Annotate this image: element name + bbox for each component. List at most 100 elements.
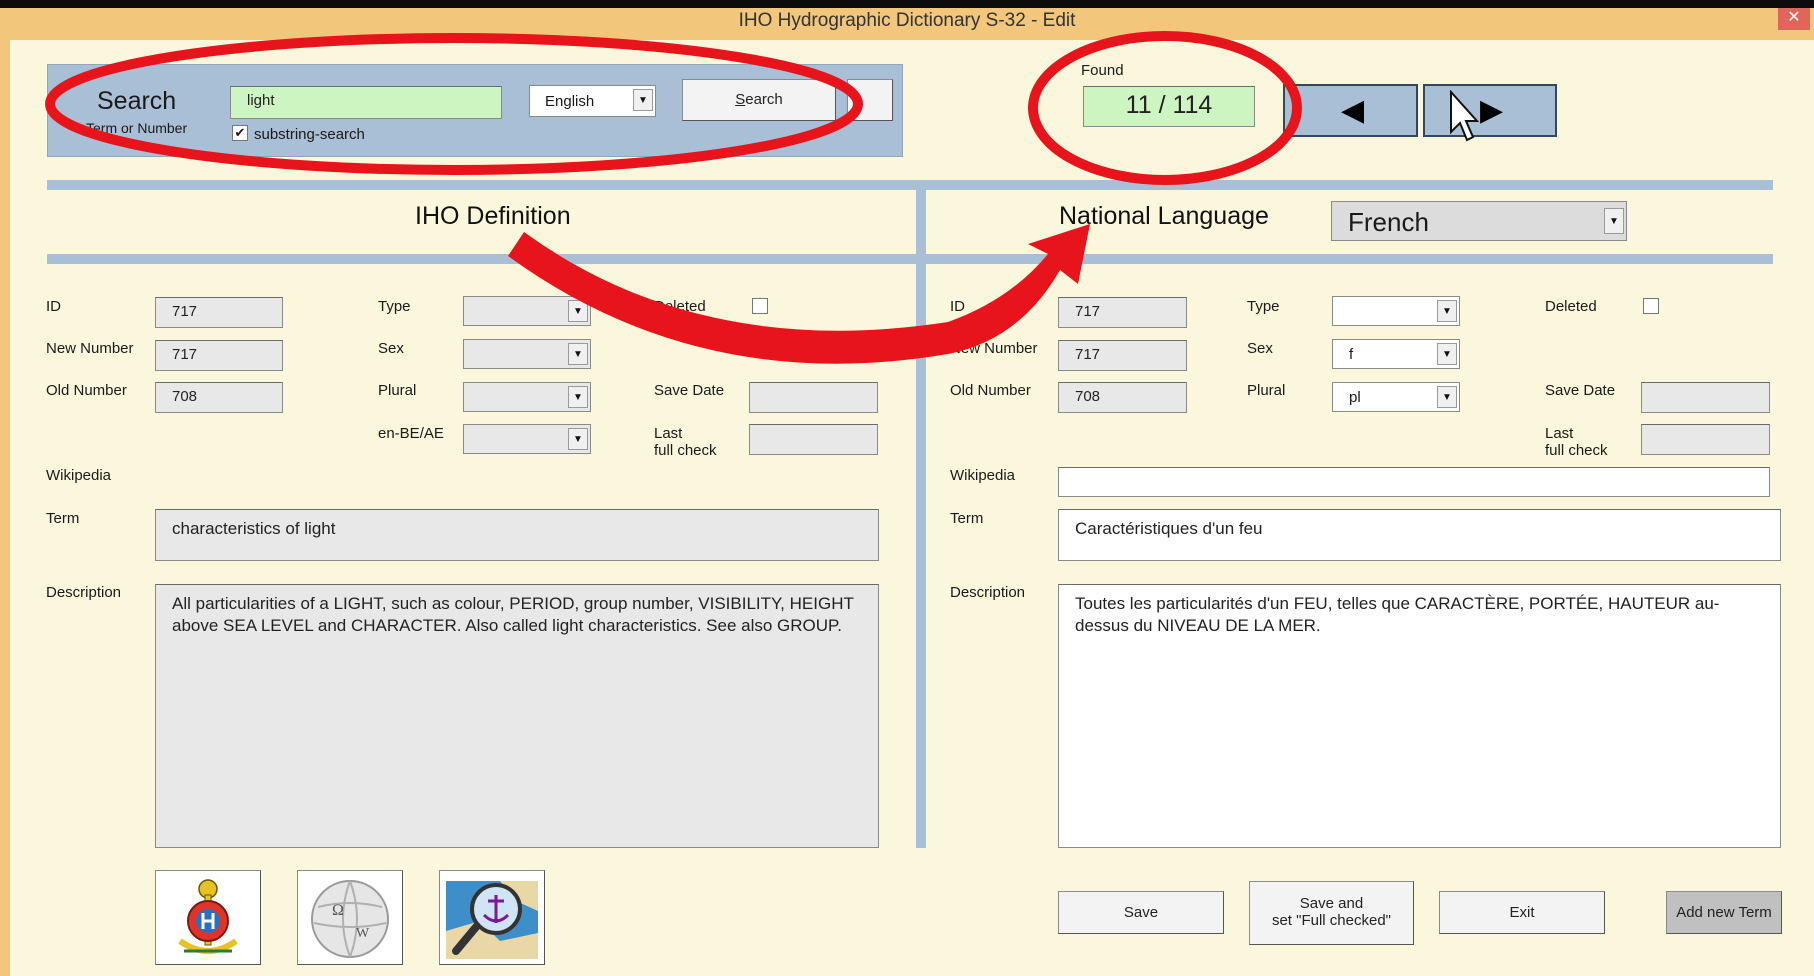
- national-wikipedia-field[interactable]: [1058, 467, 1770, 497]
- national-language-value: French: [1348, 207, 1429, 237]
- arrow-left-icon: ◀: [1341, 94, 1365, 127]
- search-language-value: English: [545, 93, 595, 110]
- chevron-down-icon[interactable]: ▼: [568, 428, 588, 450]
- save-button[interactable]: Save: [1058, 891, 1224, 934]
- iho-deleted-checkbox[interactable]: [752, 298, 768, 314]
- divider-top: [47, 180, 1773, 190]
- iho-term-field[interactable]: characteristics of light: [155, 509, 879, 561]
- iho-enbe-label: en-BE/AE: [378, 425, 444, 442]
- wikipedia-button[interactable]: Ω W: [297, 870, 403, 965]
- wikipedia-icon: Ω W: [311, 880, 389, 958]
- iho-type-select[interactable]: ▼: [463, 296, 591, 326]
- found-counter: 11 / 114: [1083, 86, 1255, 127]
- iho-enbe-select[interactable]: ▼: [463, 424, 591, 454]
- iho-save-date-label: Save Date: [654, 382, 725, 399]
- national-last-check-label-1: Last: [1545, 425, 1574, 442]
- national-language-select[interactable]: French ▼: [1331, 201, 1627, 241]
- save-full-checked-button[interactable]: Save and set "Full checked": [1249, 881, 1414, 945]
- national-plural-label: Plural: [1247, 382, 1286, 399]
- svg-text:Ω: Ω: [332, 902, 344, 919]
- exit-button[interactable]: Exit: [1439, 891, 1605, 934]
- iho-type-label: Type: [378, 298, 411, 315]
- iho-new-number-field: 717: [155, 340, 283, 371]
- title-bar: IHO Hydrographic Dictionary S-32 - Edit …: [0, 0, 1814, 40]
- chevron-down-icon[interactable]: ▼: [1437, 343, 1457, 365]
- close-icon[interactable]: ✕: [1778, 8, 1810, 30]
- search-input[interactable]: light: [230, 86, 502, 119]
- search-button-accel: S: [735, 91, 746, 108]
- national-term-field[interactable]: Caractéristiques d'un feu: [1058, 509, 1781, 561]
- clear-search-button[interactable]: [847, 79, 893, 121]
- chart-search-button[interactable]: [439, 870, 545, 965]
- mouse-cursor-icon: [1450, 90, 1479, 142]
- search-button-label: earch: [745, 91, 783, 108]
- iho-sex-label: Sex: [378, 340, 404, 357]
- national-save-date-field: [1641, 382, 1770, 413]
- national-type-label: Type: [1247, 298, 1280, 315]
- iho-save-date-field: [749, 382, 878, 413]
- national-new-number-field: 717: [1058, 340, 1187, 371]
- chevron-down-icon[interactable]: ▼: [568, 343, 588, 365]
- national-plural-select[interactable]: pl ▼: [1332, 382, 1460, 412]
- substring-checkbox[interactable]: ✔: [232, 125, 248, 141]
- iho-deleted-label: Deleted: [654, 298, 706, 315]
- iho-last-check-label-2: full check: [654, 442, 717, 459]
- national-sex-value: f: [1349, 346, 1354, 363]
- national-heading: National Language: [1059, 202, 1269, 230]
- iho-old-number-field: 708: [155, 382, 283, 413]
- window-title: IHO Hydrographic Dictionary S-32 - Edit: [738, 10, 1076, 31]
- national-wikipedia-label: Wikipedia: [950, 467, 1016, 484]
- substring-label: substring-search: [254, 126, 365, 143]
- chevron-down-icon[interactable]: ▼: [1437, 300, 1457, 322]
- national-type-select[interactable]: ▼: [1332, 296, 1460, 326]
- national-old-number-label: Old Number: [950, 382, 1031, 399]
- national-description-field[interactable]: Toutes les particularités d'un FEU, tell…: [1058, 584, 1781, 848]
- national-old-number-field: 708: [1058, 382, 1187, 413]
- chart-search-icon: [446, 881, 538, 959]
- svg-text:W: W: [356, 926, 370, 941]
- search-panel: Search Term or Number light English ▼ ✔ …: [47, 64, 903, 157]
- iho-term-label: Term: [46, 510, 80, 527]
- window-frame-left: [0, 40, 10, 976]
- iho-plural-label: Plural: [378, 382, 417, 399]
- save-full-checked-line-2: set "Full checked": [1271, 912, 1392, 929]
- iho-description-label: Description: [46, 584, 122, 601]
- add-new-term-button[interactable]: Add new Term: [1666, 891, 1782, 934]
- iho-sex-select[interactable]: ▼: [463, 339, 591, 369]
- iho-id-field: 717: [155, 297, 283, 328]
- iho-logo-icon: [178, 879, 238, 954]
- iho-description-field[interactable]: All particularities of a LIGHT, such as …: [155, 584, 879, 848]
- arrow-right-icon: ▶: [1480, 94, 1504, 127]
- national-sex-label: Sex: [1247, 340, 1273, 357]
- national-deleted-checkbox[interactable]: [1643, 298, 1659, 314]
- chevron-down-icon[interactable]: ▼: [568, 386, 588, 408]
- chevron-down-icon[interactable]: ▼: [568, 300, 588, 322]
- search-label: Search: [97, 87, 177, 115]
- national-sex-select[interactable]: f ▼: [1332, 339, 1460, 369]
- national-description-label: Description: [950, 584, 1026, 601]
- iho-logo-button[interactable]: [155, 870, 261, 965]
- iho-new-number-label: New Number: [46, 340, 134, 357]
- previous-button[interactable]: ◀: [1283, 84, 1418, 137]
- search-sublabel: Term or Number: [86, 120, 188, 136]
- search-language-select[interactable]: English ▼: [529, 85, 656, 117]
- national-plural-value: pl: [1349, 389, 1361, 406]
- iho-plural-select[interactable]: ▼: [463, 382, 591, 412]
- divider-heading: [47, 254, 1773, 264]
- national-term-label: Term: [950, 510, 984, 527]
- divider-vertical: [916, 180, 926, 848]
- search-button[interactable]: Search: [682, 79, 836, 121]
- national-last-check-field: [1641, 424, 1770, 455]
- chevron-down-icon[interactable]: ▼: [633, 89, 653, 111]
- next-button[interactable]: ▶: [1423, 84, 1557, 137]
- iho-wikipedia-label: Wikipedia: [46, 467, 112, 484]
- iho-heading: IHO Definition: [415, 202, 571, 230]
- found-label: Found: [1081, 62, 1124, 79]
- national-deleted-label: Deleted: [1545, 298, 1597, 315]
- iho-last-check-label: Last full check: [654, 425, 717, 459]
- chevron-down-icon[interactable]: ▼: [1604, 208, 1624, 234]
- national-last-check-label-2: full check: [1545, 442, 1608, 459]
- national-save-date-label: Save Date: [1545, 382, 1616, 399]
- iho-old-number-label: Old Number: [46, 382, 127, 399]
- chevron-down-icon[interactable]: ▼: [1437, 386, 1457, 408]
